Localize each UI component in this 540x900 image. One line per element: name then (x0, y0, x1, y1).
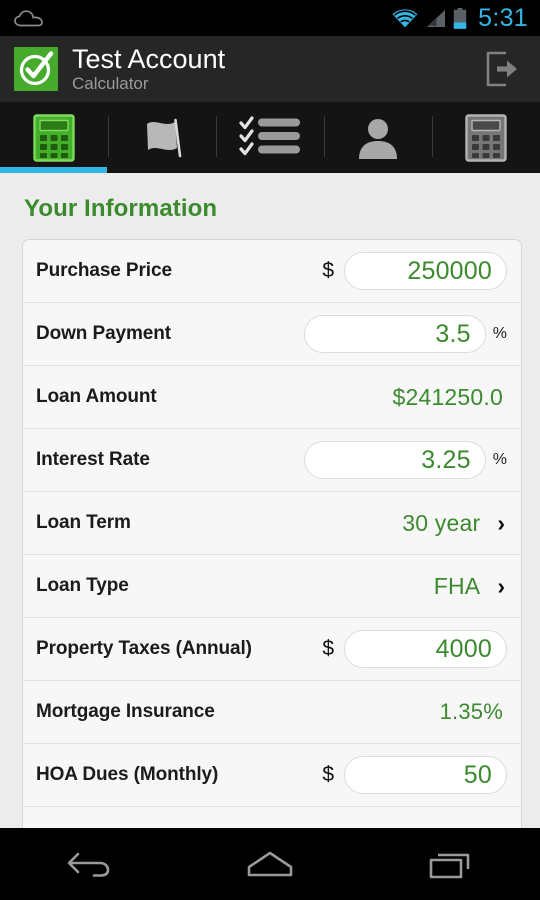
table-row: Mortgage Insurance 1.35% (23, 681, 521, 744)
content-scroll-area[interactable]: Your Information Purchase Price $ 250000… (0, 173, 540, 828)
logout-button[interactable] (482, 47, 522, 91)
row-label: Loan Term (36, 512, 131, 533)
table-row[interactable]: Purchase Price $ 250000 (23, 240, 521, 303)
tab-calculator-alt[interactable] (432, 102, 540, 173)
row-label: Loan Type (36, 575, 129, 596)
interest-rate-input[interactable]: 3.25 (303, 441, 486, 479)
calculator-gray-icon (465, 113, 507, 162)
hoa-dues-input[interactable]: 50 (344, 756, 507, 794)
dollar-sign: $ (322, 259, 334, 282)
row-value: 1.35% (440, 699, 507, 725)
input-value: 4000 (435, 634, 492, 663)
person-icon (357, 116, 399, 160)
dollar-sign: $ (322, 763, 334, 786)
input-value: 250000 (407, 256, 492, 285)
logout-icon (485, 51, 519, 87)
chevron-right-icon: › (497, 509, 505, 536)
flag-icon (139, 115, 185, 161)
calculator-icon (33, 113, 75, 162)
row-value: 30 year › (402, 510, 507, 537)
tab-checklist[interactable] (216, 102, 324, 173)
check-circle-logo (14, 47, 58, 91)
input-value: 3.5 (435, 319, 471, 348)
home-icon (244, 848, 296, 880)
section-title: Your Information (24, 195, 218, 222)
table-row: Loan Amount $241250.0 (23, 366, 521, 429)
tab-flag[interactable] (108, 102, 216, 173)
row-value: 3.25 % (303, 441, 507, 479)
back-icon (66, 848, 114, 880)
table-row[interactable]: Loan Term 30 year › (23, 492, 521, 555)
chevron-right-icon: › (497, 572, 505, 599)
information-card: Purchase Price $ 250000 Down Payment 3.5… (22, 239, 522, 828)
row-label: Property Taxes (Annual) (36, 638, 252, 659)
table-row[interactable]: HOA Dues (Monthly) $ 50 (23, 744, 521, 807)
recents-icon (427, 847, 473, 881)
input-value: 50 (463, 760, 492, 789)
checklist-icon (239, 115, 301, 160)
dollar-sign: $ (322, 637, 334, 660)
system-nav-bar (0, 828, 540, 900)
table-row[interactable]: Interest Rate 3.25 % (23, 429, 521, 492)
row-value: FHA › (434, 573, 507, 600)
row-value: 3.5 % (303, 315, 507, 353)
loan-type-value: FHA (433, 572, 481, 599)
purchase-price-input[interactable]: 250000 (344, 252, 507, 290)
row-value: $ 50 (322, 756, 507, 794)
nav-back-button[interactable] (0, 848, 180, 880)
loan-term-value: 30 year (402, 509, 481, 536)
tab-calculator[interactable] (0, 102, 108, 173)
nav-home-button[interactable] (180, 848, 360, 880)
tab-bar (0, 102, 540, 173)
table-row[interactable]: Loan Type FHA › (23, 555, 521, 618)
tab-person[interactable] (324, 102, 432, 173)
status-bar-right: 5:31 (392, 3, 528, 32)
row-label: Interest Rate (36, 449, 150, 470)
row-label: Loan Amount (36, 386, 157, 407)
table-row-partial (23, 807, 521, 828)
table-row[interactable]: Property Taxes (Annual) $ 4000 (23, 618, 521, 681)
nav-recents-button[interactable] (360, 847, 540, 881)
row-label: Down Payment (36, 323, 171, 344)
table-row[interactable]: Down Payment 3.5 % (23, 303, 521, 366)
signal-icon (425, 9, 446, 28)
row-label: HOA Dues (Monthly) (36, 764, 219, 785)
down-payment-input[interactable]: 3.5 (303, 315, 486, 353)
page-subtitle: Calculator (72, 73, 149, 93)
status-bar-left (14, 9, 392, 27)
row-value: $ 4000 (322, 630, 507, 668)
percent-sign: % (492, 325, 507, 342)
action-bar-titles: Test Account Calculator (72, 45, 482, 94)
row-value: $241250.0 (392, 384, 507, 411)
wifi-icon (392, 8, 418, 28)
page-title: Test Account (72, 43, 226, 74)
row-label: Mortgage Insurance (36, 701, 215, 722)
property-taxes-input[interactable]: 4000 (344, 630, 507, 668)
status-bar-clock: 5:31 (478, 3, 528, 32)
mortgage-insurance-value: 1.35% (439, 699, 503, 724)
input-value: 3.25 (421, 445, 471, 474)
battery-icon (453, 7, 467, 29)
status-bar: 5:31 (0, 0, 540, 36)
cloud-icon (14, 9, 44, 27)
loan-amount-value: $241250.0 (392, 383, 503, 410)
row-label: Purchase Price (36, 260, 172, 281)
percent-sign: % (492, 451, 507, 468)
action-bar: Test Account Calculator (0, 36, 540, 102)
row-value: $ 250000 (322, 252, 507, 290)
